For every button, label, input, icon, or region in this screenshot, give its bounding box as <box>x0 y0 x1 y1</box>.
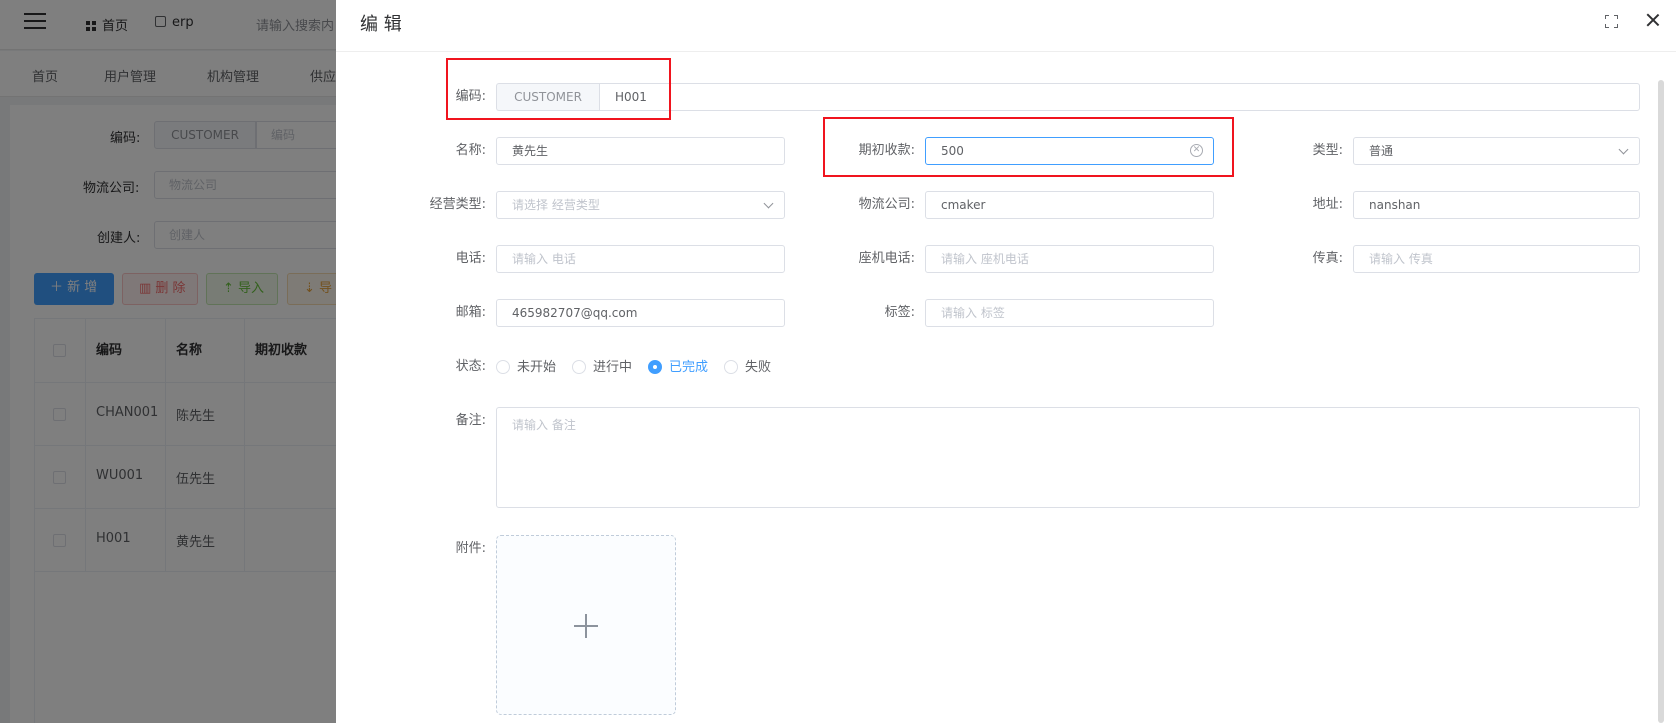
tag-input[interactable]: 请输入 标签 <box>925 299 1214 327</box>
business-type-label: 经营类型: <box>429 197 486 212</box>
radio-circle <box>724 360 738 374</box>
status-radio-not-started[interactable]: 未开始 <box>496 360 556 376</box>
fullscreen-icon[interactable] <box>1605 15 1618 28</box>
remark-textarea[interactable]: 请输入 备注 <box>496 407 1640 508</box>
fax-label: 传真: <box>1312 251 1343 266</box>
logistics-input[interactable]: cmaker <box>925 191 1214 219</box>
radio-circle-checked <box>648 360 662 374</box>
attachment-label: 附件: <box>455 541 486 556</box>
logistics-label: 物流公司: <box>858 197 915 212</box>
email-input[interactable]: 465982707@qq.com <box>496 299 785 327</box>
drawer-header <box>336 0 1676 52</box>
business-type-select[interactable]: 请选择 经营类型 <box>496 191 785 219</box>
address-label: 地址: <box>1312 197 1343 212</box>
edit-drawer: 编 辑 编码: CUSTOMER H001 名称: 黄先生 期初收款: 500 ✕… <box>336 0 1676 723</box>
address-input[interactable]: nanshan <box>1353 191 1640 219</box>
status-label: 状态: <box>455 359 486 374</box>
landline-input[interactable]: 请输入 座机电话 <box>925 245 1214 273</box>
drawer-title: 编 辑 <box>360 14 402 35</box>
status-radio-in-progress[interactable]: 进行中 <box>572 360 632 376</box>
chevron-down-icon <box>763 198 774 209</box>
chevron-down-icon <box>1618 144 1629 155</box>
highlight-box-initial-receipt <box>823 117 1234 177</box>
email-label: 邮箱: <box>455 305 486 320</box>
phone-input[interactable]: 请输入 电话 <box>496 245 785 273</box>
radio-circle <box>572 360 586 374</box>
status-radio-failed[interactable]: 失败 <box>724 360 771 376</box>
type-label: 类型: <box>1312 143 1343 158</box>
name-label: 名称: <box>455 143 486 158</box>
drawer-scrollbar[interactable] <box>1658 80 1664 723</box>
phone-label: 电话: <box>455 251 486 266</box>
status-radio-completed[interactable]: 已完成 <box>648 360 708 376</box>
tag-label: 标签: <box>884 305 915 320</box>
remark-label: 备注: <box>455 413 486 428</box>
highlight-box-code <box>446 58 671 120</box>
name-input[interactable]: 黄先生 <box>496 137 785 165</box>
fax-input[interactable]: 请输入 传真 <box>1353 245 1640 273</box>
close-icon[interactable] <box>1645 12 1661 28</box>
code-input[interactable]: H001 <box>599 83 1640 111</box>
radio-circle <box>496 360 510 374</box>
landline-label: 座机电话: <box>858 251 915 266</box>
plus-icon <box>574 614 598 638</box>
type-select[interactable]: 普通 <box>1353 137 1640 165</box>
attachment-upload[interactable] <box>496 535 676 715</box>
